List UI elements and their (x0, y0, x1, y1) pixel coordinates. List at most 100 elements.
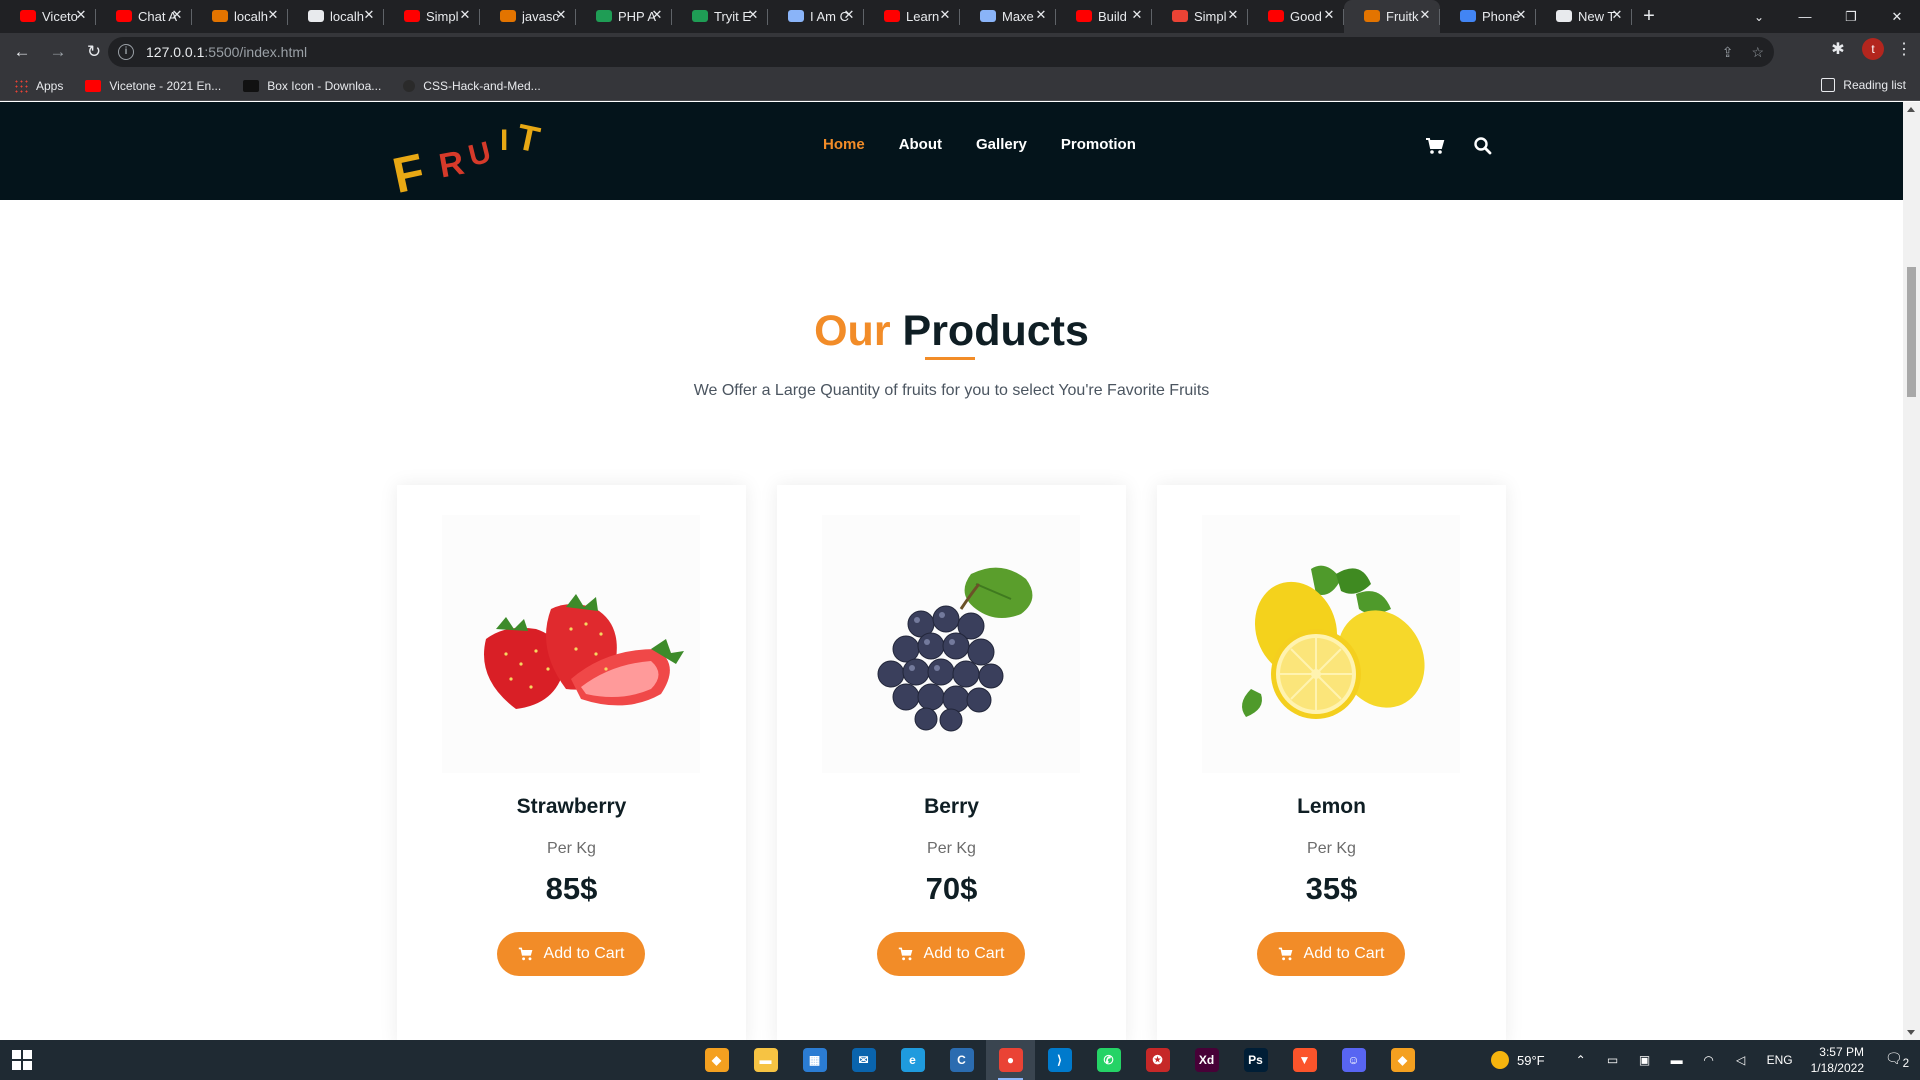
browser-tab[interactable]: javasc ✕ (480, 0, 576, 33)
extensions-icon[interactable]: ✱ (1826, 39, 1850, 59)
logo-letter-t: T (513, 116, 543, 161)
weather-widget[interactable]: 59°F (1490, 1051, 1545, 1069)
profile-avatar[interactable]: t (1862, 38, 1884, 60)
nav-gallery[interactable]: Gallery (976, 136, 1027, 153)
restore-button[interactable]: ❐ (1828, 0, 1874, 33)
tab-favicon-icon (1268, 10, 1284, 22)
browser-tab[interactable]: Simpl ✕ (384, 0, 480, 33)
taskbar-app[interactable]: ● (986, 1040, 1035, 1080)
chevron-up-icon[interactable]: ⌃ (1571, 1053, 1591, 1067)
tab-close-icon[interactable]: ✕ (1034, 8, 1048, 22)
bookmark-star-icon[interactable]: ☆ (1751, 44, 1764, 61)
add-to-cart-button[interactable]: Add to Cart (877, 932, 1025, 976)
tab-close-icon[interactable]: ✕ (1226, 8, 1240, 22)
tab-close-icon[interactable]: ✕ (74, 8, 88, 22)
nav-about[interactable]: About (899, 136, 942, 153)
taskbar-app[interactable]: ✪ (1133, 1040, 1182, 1080)
browser-tab[interactable]: Maxe ✕ (960, 0, 1056, 33)
browser-tab[interactable]: localh ✕ (192, 0, 288, 33)
bookmark-vicetone[interactable]: Vicetone - 2021 En... (85, 79, 221, 93)
chrome-menu-icon[interactable]: ⋮ (1896, 39, 1912, 59)
page-scrollbar[interactable] (1903, 102, 1920, 1040)
browser-tab[interactable]: I Am C ✕ (768, 0, 864, 33)
new-tab-button[interactable]: + (1632, 0, 1666, 33)
forward-button[interactable]: → (44, 38, 72, 66)
taskbar-app[interactable]: ⟩ (1035, 1040, 1084, 1080)
tab-close-icon[interactable]: ✕ (842, 8, 856, 22)
taskbar-app[interactable]: ☺ (1329, 1040, 1378, 1080)
clock[interactable]: 3:57 PM 1/18/2022 (1811, 1044, 1864, 1076)
tab-close-icon[interactable]: ✕ (746, 8, 760, 22)
meet-icon[interactable]: ▭ (1603, 1053, 1623, 1067)
tab-close-icon[interactable]: ✕ (1514, 8, 1528, 22)
fruit-logo[interactable]: F R U I T (390, 114, 550, 200)
scrollbar-thumb[interactable] (1907, 267, 1916, 397)
bookmark-box-icon[interactable]: Box Icon - Downloa... (243, 79, 381, 93)
add-to-cart-button[interactable]: Add to Cart (497, 932, 645, 976)
site-info-icon[interactable]: i (118, 44, 134, 60)
tab-close-icon[interactable]: ✕ (1610, 8, 1624, 22)
tab-close-icon[interactable]: ✕ (458, 8, 472, 22)
bookmark-css-hack[interactable]: CSS-Hack-and-Med... (403, 79, 541, 93)
reload-button[interactable]: ↻ (80, 38, 108, 66)
tab-search-icon[interactable]: ⌄ (1736, 0, 1782, 33)
add-to-cart-button[interactable]: Add to Cart (1257, 932, 1405, 976)
bookmark-apps[interactable]: Apps (14, 78, 63, 93)
tab-close-icon[interactable]: ✕ (650, 8, 664, 22)
browser-tab[interactable]: Learn ✕ (864, 0, 960, 33)
browser-tab[interactable]: Build ✕ (1056, 0, 1152, 33)
windows-start-icon[interactable] (12, 1050, 32, 1070)
search-icon[interactable] (1473, 136, 1493, 156)
cart-icon[interactable] (1425, 136, 1445, 156)
notifications-icon[interactable]: 🗨2 (1882, 1050, 1912, 1070)
screen-icon[interactable]: ▣ (1635, 1053, 1655, 1067)
browser-tab[interactable]: PHP A ✕ (576, 0, 672, 33)
browser-tab[interactable]: Tryit E ✕ (672, 0, 768, 33)
close-window-button[interactable]: ✕ (1874, 0, 1920, 33)
taskbar-app[interactable]: ✆ (1084, 1040, 1133, 1080)
browser-tab[interactable]: Simpl ✕ (1152, 0, 1248, 33)
taskbar-app[interactable]: ▬ (741, 1040, 790, 1080)
browser-tab[interactable]: New T ✕ (1536, 0, 1632, 33)
nav-home[interactable]: Home (823, 136, 865, 153)
tab-close-icon[interactable]: ✕ (170, 8, 184, 22)
tab-close-icon[interactable]: ✕ (1418, 8, 1432, 22)
git-icon: ◆ (704, 1048, 729, 1072)
taskbar-app[interactable]: Ps (1231, 1040, 1280, 1080)
address-bar[interactable]: i 127.0.0.1:5500/index.html ⇪ ☆ (108, 37, 1774, 67)
taskbar-app[interactable]: ◆ (1378, 1040, 1427, 1080)
taskbar-app[interactable]: ✉ (839, 1040, 888, 1080)
browser-tab[interactable]: Chat A ✕ (96, 0, 192, 33)
share-icon[interactable]: ⇪ (1722, 44, 1734, 61)
tab-close-icon[interactable]: ✕ (1322, 8, 1336, 22)
tab-close-icon[interactable]: ✕ (1130, 8, 1144, 22)
taskbar-app[interactable]: Xd (1182, 1040, 1231, 1080)
minimize-button[interactable]: — (1782, 0, 1828, 33)
taskbar-app[interactable]: ◆ (692, 1040, 741, 1080)
browser-tab[interactable]: Viceto ✕ (0, 0, 96, 33)
battery-icon[interactable]: ▬ (1667, 1053, 1687, 1067)
url-text[interactable]: 127.0.0.1:5500/index.html (146, 44, 307, 60)
reading-list-button[interactable]: Reading list (1821, 78, 1906, 92)
tab-close-icon[interactable]: ✕ (362, 8, 376, 22)
browser-tab[interactable]: Fruitk ✕ (1344, 0, 1440, 33)
scroll-up-arrow[interactable] (1907, 107, 1915, 112)
language-indicator[interactable]: ENG (1767, 1053, 1793, 1067)
browser-tab[interactable]: Phone ✕ (1440, 0, 1536, 33)
tab-close-icon[interactable]: ✕ (266, 8, 280, 22)
browser-tab[interactable]: localh ✕ (288, 0, 384, 33)
taskbar-app[interactable]: C (937, 1040, 986, 1080)
taskbar-app[interactable]: e (888, 1040, 937, 1080)
taskbar-app[interactable]: ▦ (790, 1040, 839, 1080)
taskbar-app[interactable]: ▼ (1280, 1040, 1329, 1080)
nav-promotion[interactable]: Promotion (1061, 136, 1136, 153)
scroll-down-arrow[interactable] (1907, 1030, 1915, 1035)
back-button[interactable]: ← (8, 38, 36, 66)
apps-grid-icon (14, 78, 28, 93)
browser-tab[interactable]: Good ✕ (1248, 0, 1344, 33)
tab-close-icon[interactable]: ✕ (938, 8, 952, 22)
tab-close-icon[interactable]: ✕ (554, 8, 568, 22)
volume-icon[interactable]: ◁ (1731, 1053, 1751, 1067)
wifi-icon[interactable]: ◠ (1699, 1053, 1719, 1067)
taskbar-apps: ◆ ▬ ▦ ✉ e C ● ⟩ ✆ ✪ Xd Ps ▼ ☺ ◆ (692, 1040, 1427, 1080)
